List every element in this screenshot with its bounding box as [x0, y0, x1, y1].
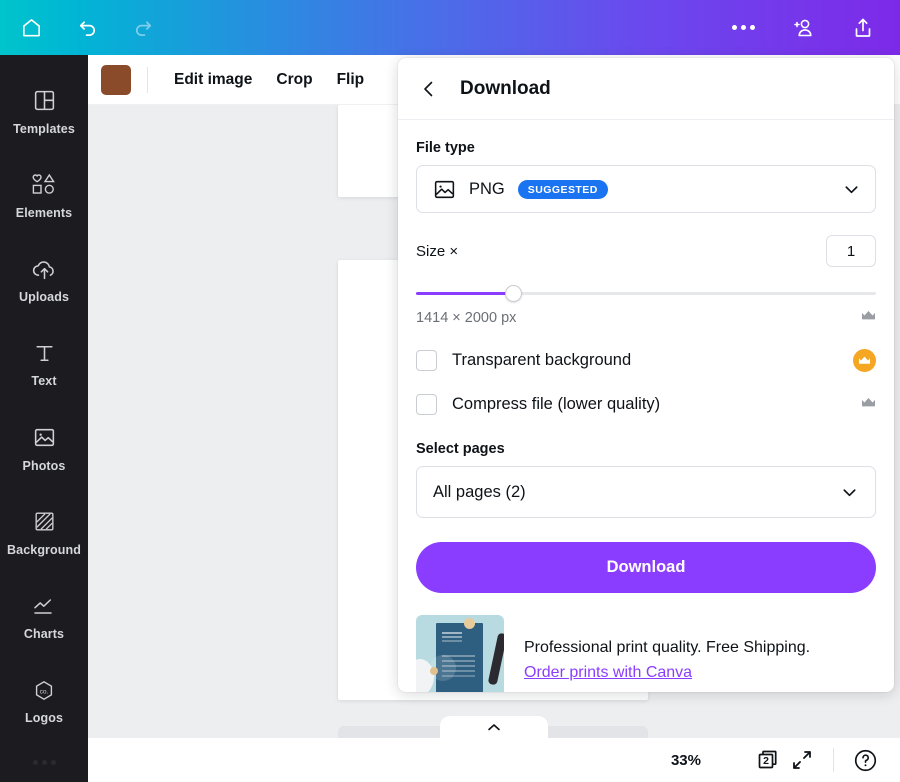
output-dimensions: 1414 × 2000 px [416, 310, 517, 326]
transparent-background-row: Transparent background [416, 349, 876, 372]
sidebar-item-label: Photos [22, 458, 66, 473]
bottom-bar-divider [833, 748, 834, 772]
photos-icon [32, 424, 57, 452]
crown-icon [861, 396, 876, 414]
sidebar-item-charts[interactable]: Charts [0, 574, 88, 658]
compress-file-row: Compress file (lower quality) [416, 394, 876, 415]
download-button[interactable]: Download [416, 542, 876, 593]
help-question-icon [854, 749, 876, 771]
more-sidebar-icon [32, 748, 56, 776]
flip-button[interactable]: Flip [325, 65, 377, 95]
more-options-icon[interactable] [728, 13, 758, 43]
charts-icon [31, 592, 57, 620]
fullscreen-button[interactable] [785, 743, 819, 777]
pro-crown-badge-icon [853, 349, 876, 372]
print-promo-text-block: Professional print quality. Free Shippin… [524, 636, 810, 681]
select-pages-label: Select pages [416, 441, 505, 457]
size-label: Size × [416, 242, 459, 260]
download-panel-body: File type PNG SUGGESTED Size × 1 1414 × … [398, 120, 894, 692]
sidebar-item-label: Logos [25, 711, 63, 726]
chevron-up-icon [488, 723, 500, 730]
background-icon [32, 508, 57, 536]
sidebar-item-label: Templates [13, 121, 75, 136]
pages-count-label: 2 [763, 755, 769, 767]
sidebar-item-templates[interactable]: Templates [0, 69, 88, 153]
transparent-background-checkbox[interactable] [416, 350, 437, 371]
collapse-pages-panel-button[interactable] [440, 716, 548, 738]
download-panel: Download File type PNG SUGGESTED Size × … [398, 58, 894, 692]
sidebar-item-label: Charts [23, 627, 65, 642]
undo-icon[interactable] [72, 13, 102, 43]
share-icon[interactable] [848, 13, 878, 43]
expand-arrows-icon [793, 751, 811, 769]
sidebar-item-text[interactable]: Text [0, 322, 88, 406]
sidebar-item-label: Background [7, 542, 81, 557]
sidebar-item-label: Text [31, 374, 57, 389]
bottom-bar: 33% 2 [88, 738, 900, 782]
dimensions-row: 1414 × 2000 px [416, 309, 876, 327]
select-pages-dropdown[interactable]: All pages (2) [416, 466, 876, 518]
image-file-icon [431, 176, 457, 202]
crop-button[interactable]: Crop [264, 65, 324, 95]
sidebar-item-label: Elements [15, 205, 73, 220]
sidebar-item-logos[interactable]: co. Logos [0, 659, 88, 743]
print-promo-text: Professional print quality. Free Shippin… [524, 639, 811, 657]
back-button[interactable] [414, 74, 444, 104]
suggested-badge: SUGGESTED [517, 179, 608, 199]
sidebar-item-more[interactable] [0, 743, 88, 782]
file-type-select[interactable]: PNG SUGGESTED [416, 165, 876, 213]
add-collaborator-icon[interactable] [788, 13, 818, 43]
sidebar-item-elements[interactable]: Elements [0, 153, 88, 237]
file-type-label: File type [416, 140, 475, 156]
svg-text:co.: co. [40, 688, 49, 695]
sidebar-item-label: Uploads [18, 290, 69, 305]
top-bar-right-group [728, 13, 900, 43]
color-swatch-button[interactable] [101, 64, 131, 95]
logos-icon: co. [31, 676, 57, 704]
uploads-icon [31, 255, 58, 283]
back-chevron-icon [424, 81, 433, 96]
edit-image-button[interactable]: Edit image [162, 65, 264, 95]
sidebar-item-photos[interactable]: Photos [0, 406, 88, 490]
redo-icon[interactable] [128, 13, 158, 43]
crown-icon [861, 309, 876, 327]
crown-glyph [862, 397, 875, 406]
transparent-background-label: Transparent background [452, 351, 632, 369]
zoom-level[interactable]: 33% [671, 752, 701, 769]
sidebar-item-uploads[interactable]: Uploads [0, 237, 88, 321]
elements-icon [30, 171, 58, 199]
pages-manager-button[interactable]: 2 [751, 743, 785, 777]
crown-glyph [862, 310, 875, 320]
size-row: Size × 1 [416, 235, 876, 267]
size-multiplier-input[interactable]: 1 [826, 235, 876, 267]
home-icon[interactable] [16, 13, 46, 43]
slider-handle[interactable] [504, 285, 522, 302]
top-bar-left-group [0, 13, 158, 43]
file-type-value: PNG [469, 179, 505, 198]
top-bar [0, 0, 900, 55]
canva-editor-window: Templates Elements Uploads Text Photos B… [0, 0, 900, 782]
sidebar-item-background[interactable]: Background [0, 490, 88, 574]
select-pages-value: All pages (2) [433, 482, 526, 501]
text-icon [32, 339, 57, 367]
left-sidebar: Templates Elements Uploads Text Photos B… [0, 55, 88, 782]
order-prints-link[interactable]: Order prints with Canva [524, 664, 692, 682]
help-button[interactable] [848, 743, 882, 777]
slider-fill [416, 292, 513, 295]
toolbar-divider [147, 66, 148, 93]
chevron-down-icon [840, 483, 859, 502]
compress-file-label: Compress file (lower quality) [452, 395, 661, 413]
templates-icon [32, 87, 57, 115]
chevron-down-icon [842, 180, 861, 199]
print-promo: Professional print quality. Free Shippin… [416, 615, 876, 692]
size-slider[interactable] [416, 281, 876, 307]
panel-title: Download [460, 77, 551, 99]
download-panel-header: Download [398, 58, 894, 120]
print-promo-thumbnail [416, 615, 504, 692]
compress-file-checkbox[interactable] [416, 394, 437, 415]
